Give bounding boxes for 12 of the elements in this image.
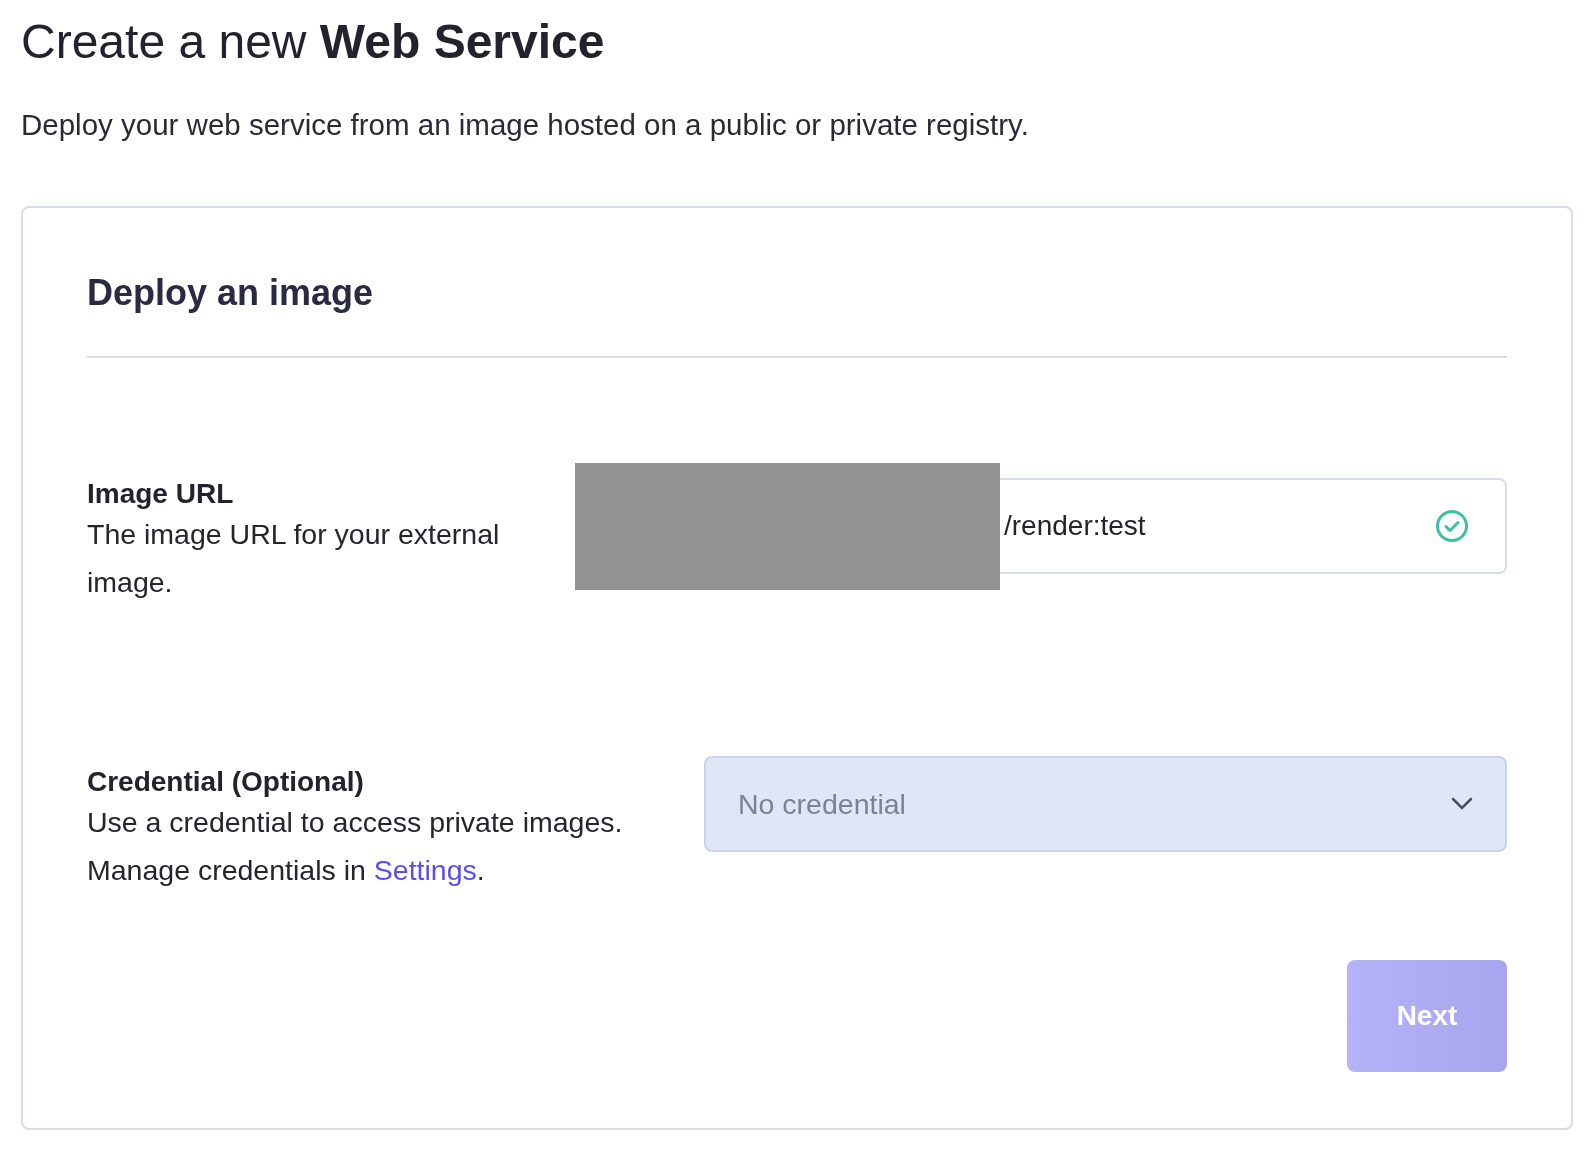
page-subtitle: Deploy your web service from an image hosted on a public or private registry.: [21, 108, 1030, 142]
image-url-field[interactable]: /render:test: [1000, 478, 1507, 574]
chevron-down-icon: [1451, 797, 1473, 811]
settings-link[interactable]: Settings: [373, 854, 477, 886]
settings-hint: Manage credentials in Settings.: [87, 853, 486, 888]
page-title: Create a new Web Service: [21, 14, 606, 70]
field-label: Credential (Optional): [87, 766, 365, 798]
field-description: Use a credential to access private images.: [87, 805, 624, 840]
credential-select[interactable]: No credential: [704, 756, 1507, 852]
field-label: Image URL: [87, 478, 235, 510]
field-description: The image URL for your external image.: [87, 517, 501, 600]
card-title: Deploy an image: [87, 272, 1507, 358]
